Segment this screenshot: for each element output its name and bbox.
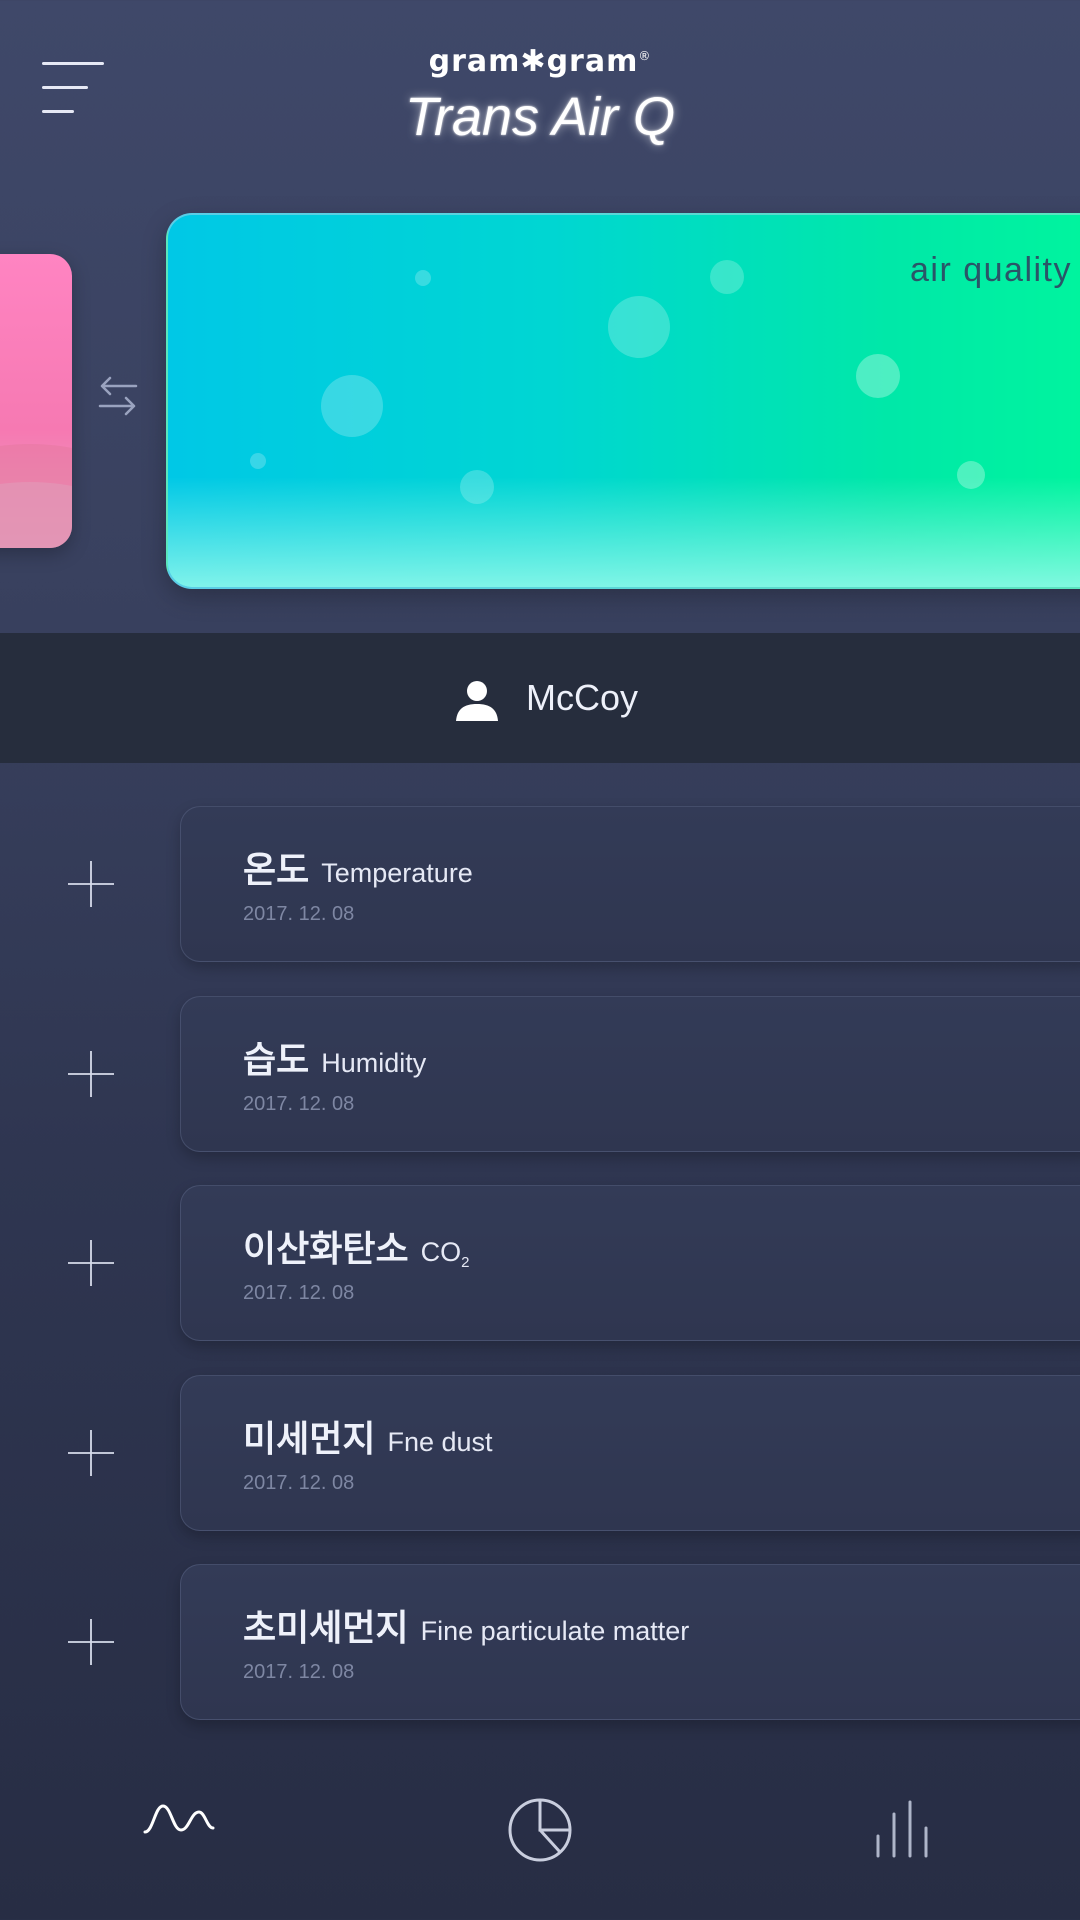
sensor-row-temperature: 온도 Temperature 2017. 12. 08 — [0, 806, 1080, 964]
device-card-previous[interactable] — [0, 254, 72, 548]
sensor-card-ultrafine-dust[interactable]: 초미세먼지 Fine particulate matter 2017. 12. 0… — [180, 1564, 1080, 1720]
sensor-date: 2017. 12. 08 — [243, 1661, 355, 1683]
sensor-name-en: Fne dust — [387, 1427, 493, 1457]
bar-chart-icon — [876, 1800, 928, 1858]
card-wave — [0, 482, 72, 548]
sensor-row-co2: 이산화탄소 CO2 2017. 12. 08 — [0, 1185, 1080, 1343]
sensor-row-humidity: 습도 Humidity 2017. 12. 08 — [0, 996, 1080, 1154]
add-temperature-button[interactable] — [68, 861, 114, 907]
user-icon — [454, 679, 500, 723]
sensor-title: 온도 Temperature — [243, 841, 473, 893]
sensor-title: 이산화탄소 CO2 — [243, 1220, 469, 1272]
nav-bar-chart-button[interactable] — [842, 1760, 962, 1880]
app-header: gram✱gram® Trans Air Q — [0, 0, 1080, 200]
sensor-name-en: Temperature — [321, 858, 473, 888]
nav-pie-chart-button[interactable] — [480, 1760, 600, 1880]
sensor-name-en: Fine particulate matter — [420, 1616, 690, 1646]
add-co2-button[interactable] — [68, 1240, 114, 1286]
plus-icon — [68, 861, 114, 907]
air-quality-label: air quality — [909, 251, 1072, 289]
sensor-row-ultrafine-dust: 초미세먼지 Fine particulate matter 2017. 12. 0… — [0, 1564, 1080, 1722]
co2-subscript: 2 — [461, 1254, 470, 1271]
air-quality-card[interactable]: air quality — [166, 213, 1080, 589]
swap-arrows-icon[interactable] — [96, 374, 140, 418]
bubble — [321, 375, 383, 437]
nav-wave-button[interactable] — [119, 1760, 239, 1880]
bubble — [608, 296, 670, 358]
brand-logo-text: gram✱gram — [428, 44, 639, 79]
pie-chart-icon — [508, 1798, 572, 1862]
user-bar: McCoy — [0, 633, 1080, 763]
app-title: Trans Air Q — [404, 87, 676, 147]
sensor-name-ko: 초미세먼지 — [243, 1608, 409, 1649]
sensor-name-ko: 미세먼지 — [243, 1419, 376, 1460]
bubble — [856, 354, 900, 398]
registered-mark: ® — [638, 49, 652, 63]
bubble — [710, 260, 744, 294]
wave-icon — [143, 1804, 215, 1834]
sensor-card-co2[interactable]: 이산화탄소 CO2 2017. 12. 08 — [180, 1185, 1080, 1341]
add-ultrafine-dust-button[interactable] — [68, 1619, 114, 1665]
sensor-row-fine-dust: 미세먼지 Fne dust 2017. 12. 08 — [0, 1375, 1080, 1533]
sensor-card-humidity[interactable]: 습도 Humidity 2017. 12. 08 — [180, 996, 1080, 1152]
plus-icon — [68, 1240, 114, 1286]
plus-icon — [68, 1430, 114, 1476]
sensor-date: 2017. 12. 08 — [243, 903, 355, 925]
sensor-title: 미세먼지 Fne dust — [243, 1410, 493, 1462]
sensor-name-ko: 온도 — [243, 850, 310, 891]
sensor-name-ko: 습도 — [243, 1040, 310, 1081]
sensor-name-ko: 이산화탄소 — [243, 1229, 409, 1270]
card-glow — [168, 477, 1080, 587]
add-humidity-button[interactable] — [68, 1051, 114, 1097]
sensor-name-en: CO2 — [420, 1237, 470, 1271]
sensor-title: 초미세먼지 Fine particulate matter — [243, 1599, 689, 1651]
plus-icon — [68, 1619, 114, 1665]
bubble — [250, 453, 266, 469]
user-name: McCoy — [526, 677, 639, 718]
sensor-date: 2017. 12. 08 — [243, 1472, 355, 1494]
bottom-nav — [0, 1760, 1080, 1920]
add-fine-dust-button[interactable] — [68, 1430, 114, 1476]
plus-icon — [68, 1051, 114, 1097]
sensor-date: 2017. 12. 08 — [243, 1093, 355, 1115]
sensor-date: 2017. 12. 08 — [243, 1282, 355, 1304]
sensor-title: 습도 Humidity — [243, 1031, 426, 1083]
bubble — [415, 270, 431, 286]
sensor-card-fine-dust[interactable]: 미세먼지 Fne dust 2017. 12. 08 — [180, 1375, 1080, 1531]
co2-label: CO — [420, 1237, 462, 1267]
brand-logo: gram✱gram® — [0, 44, 1080, 79]
sensor-card-temperature[interactable]: 온도 Temperature 2017. 12. 08 — [180, 806, 1080, 962]
sensor-name-en: Humidity — [321, 1048, 427, 1078]
